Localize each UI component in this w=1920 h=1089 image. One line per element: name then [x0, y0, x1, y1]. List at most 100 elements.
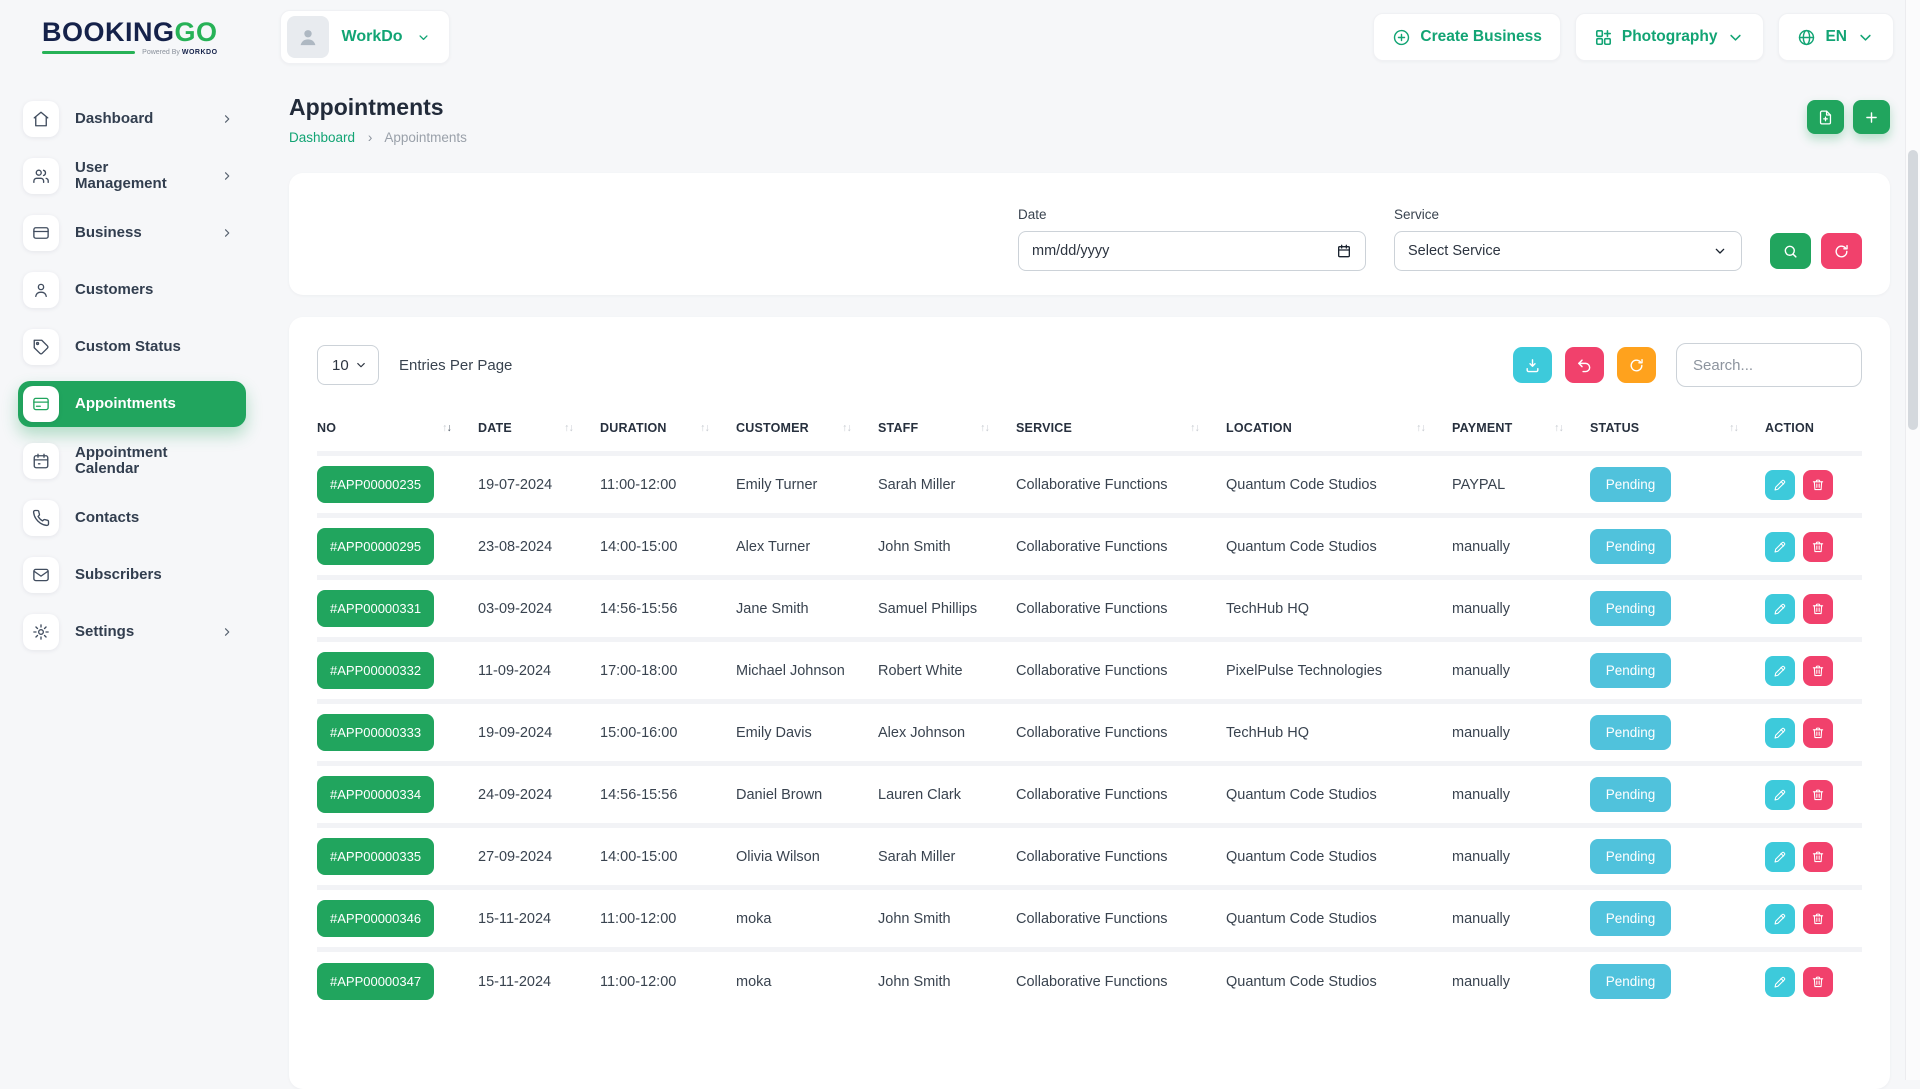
module-switcher-button[interactable]: Photography — [1575, 13, 1765, 61]
add-appointment-button[interactable] — [1853, 100, 1890, 134]
sidebar-item-business[interactable]: Business — [18, 210, 246, 256]
delete-button[interactable] — [1803, 532, 1833, 562]
sort-icon[interactable]: ↑↓ — [1554, 423, 1564, 434]
entries-per-page-select[interactable]: 10 — [317, 345, 379, 385]
download-icon — [1524, 357, 1541, 374]
delete-button[interactable] — [1803, 594, 1833, 624]
cell-staff: John Smith — [878, 888, 1016, 950]
column-header-customer[interactable]: CUSTOMER↑↓ — [736, 415, 878, 454]
sidebar-item-contacts[interactable]: Contacts — [18, 495, 246, 541]
edit-button[interactable] — [1765, 842, 1795, 872]
service-select[interactable]: Select Service — [1394, 231, 1742, 271]
sort-icon[interactable]: ↑↓ — [1416, 423, 1426, 434]
delete-button[interactable] — [1803, 904, 1833, 934]
column-header-staff[interactable]: STAFF↑↓ — [878, 415, 1016, 454]
cell-service: Collaborative Functions — [1016, 764, 1226, 826]
edit-button[interactable] — [1765, 967, 1795, 997]
edit-button[interactable] — [1765, 780, 1795, 810]
pencil-icon — [1773, 912, 1787, 926]
scrollbar-thumb[interactable] — [1908, 150, 1918, 430]
cell-payment: manually — [1452, 516, 1590, 578]
breadcrumb-dashboard-link[interactable]: Dashboard — [289, 130, 355, 145]
cell-customer: Michael Johnson — [736, 640, 878, 702]
edit-button[interactable] — [1765, 532, 1795, 562]
column-header-no[interactable]: NO↑↓ — [317, 415, 478, 454]
pencil-icon — [1773, 602, 1787, 616]
sort-icon[interactable]: ↑↓ — [1190, 423, 1200, 434]
column-header-status[interactable]: STATUS↑↓ — [1590, 415, 1765, 454]
date-label: Date — [1018, 207, 1366, 222]
edit-button[interactable] — [1765, 718, 1795, 748]
delete-button[interactable] — [1803, 656, 1833, 686]
sort-icon[interactable]: ↑↓ — [700, 423, 710, 434]
cell-staff: Robert White — [878, 640, 1016, 702]
undo-button[interactable] — [1565, 347, 1604, 383]
trash-icon — [1811, 912, 1825, 926]
table-row: #APP00000335 27-09-2024 14:00-15:00 Oliv… — [317, 826, 1862, 888]
sort-icon[interactable]: ↑↓ — [842, 423, 852, 434]
delete-button[interactable] — [1803, 470, 1833, 500]
sidebar-item-appointment-calendar[interactable]: Appointment Calendar — [18, 438, 246, 484]
search-input[interactable] — [1691, 356, 1847, 375]
plus-circle-icon — [1392, 28, 1411, 47]
sidebar-item-subscribers[interactable]: Subscribers — [18, 552, 246, 598]
date-input[interactable]: mm/dd/yyyy — [1018, 231, 1366, 271]
delete-button[interactable] — [1803, 718, 1833, 748]
cell-payment: manually — [1452, 578, 1590, 640]
sidebar-item-label: Business — [75, 225, 204, 241]
sidebar-item-label: Custom Status — [75, 339, 234, 355]
sort-icon[interactable]: ↑↓ — [1729, 423, 1739, 434]
language-switcher-button[interactable]: EN — [1778, 13, 1894, 61]
sidebar-item-settings[interactable]: Settings — [18, 609, 246, 655]
delete-button[interactable] — [1803, 842, 1833, 872]
workspace-switcher[interactable]: WorkDo — [280, 10, 450, 64]
column-header-duration[interactable]: DURATION↑↓ — [600, 415, 736, 454]
chevron-right-icon — [220, 169, 234, 183]
tag-icon — [23, 329, 59, 365]
cell-service: Collaborative Functions — [1016, 888, 1226, 950]
cell-payment: manually — [1452, 950, 1590, 1012]
edit-button[interactable] — [1765, 656, 1795, 686]
filter-search-button[interactable] — [1770, 233, 1811, 269]
column-header-payment[interactable]: PAYMENT↑↓ — [1452, 415, 1590, 454]
sort-icon[interactable]: ↑↓ — [980, 423, 990, 434]
sidebar-item-user-management[interactable]: User Management — [18, 153, 246, 199]
edit-button[interactable] — [1765, 470, 1795, 500]
cell-duration: 14:56-15:56 — [600, 578, 736, 640]
grid-plus-icon — [1594, 28, 1613, 47]
edit-button[interactable] — [1765, 904, 1795, 934]
delete-button[interactable] — [1803, 780, 1833, 810]
sidebar-item-appointments[interactable]: Appointments — [18, 381, 246, 427]
calendar-icon[interactable] — [1336, 243, 1352, 259]
filter-reset-button[interactable] — [1821, 233, 1862, 269]
column-header-location[interactable]: LOCATION↑↓ — [1226, 415, 1452, 454]
create-business-button[interactable]: Create Business — [1373, 13, 1560, 61]
cell-service: Collaborative Functions — [1016, 454, 1226, 516]
export-appointments-button[interactable] — [1807, 100, 1844, 134]
cell-duration: 14:00-15:00 — [600, 516, 736, 578]
sidebar-item-label: Dashboard — [75, 111, 204, 127]
sidebar-item-custom-status[interactable]: Custom Status — [18, 324, 246, 370]
sidebar-item-customers[interactable]: Customers — [18, 267, 246, 313]
cell-customer: Emily Davis — [736, 702, 878, 764]
column-header-service[interactable]: SERVICE↑↓ — [1016, 415, 1226, 454]
refresh-icon — [1833, 243, 1850, 260]
download-button[interactable] — [1513, 347, 1552, 383]
page-scrollbar[interactable] — [1905, 0, 1920, 1080]
cell-customer: Emily Turner — [736, 454, 878, 516]
cell-payment: manually — [1452, 702, 1590, 764]
cell-customer: Jane Smith — [736, 578, 878, 640]
breadcrumb-separator: › — [368, 130, 373, 145]
status-badge: Pending — [1590, 529, 1671, 564]
sidebar-item-label: Appointment Calendar — [75, 445, 234, 477]
cell-duration: 14:56-15:56 — [600, 764, 736, 826]
edit-button[interactable] — [1765, 594, 1795, 624]
column-header-date[interactable]: DATE↑↓ — [478, 415, 600, 454]
sidebar-item-dashboard[interactable]: Dashboard — [18, 96, 246, 142]
reload-button[interactable] — [1617, 347, 1656, 383]
sort-icon[interactable]: ↑↓ — [442, 423, 452, 434]
cell-location: Quantum Code Studios — [1226, 516, 1452, 578]
sort-icon[interactable]: ↑↓ — [564, 423, 574, 434]
chevron-right-icon — [220, 226, 234, 240]
delete-button[interactable] — [1803, 967, 1833, 997]
